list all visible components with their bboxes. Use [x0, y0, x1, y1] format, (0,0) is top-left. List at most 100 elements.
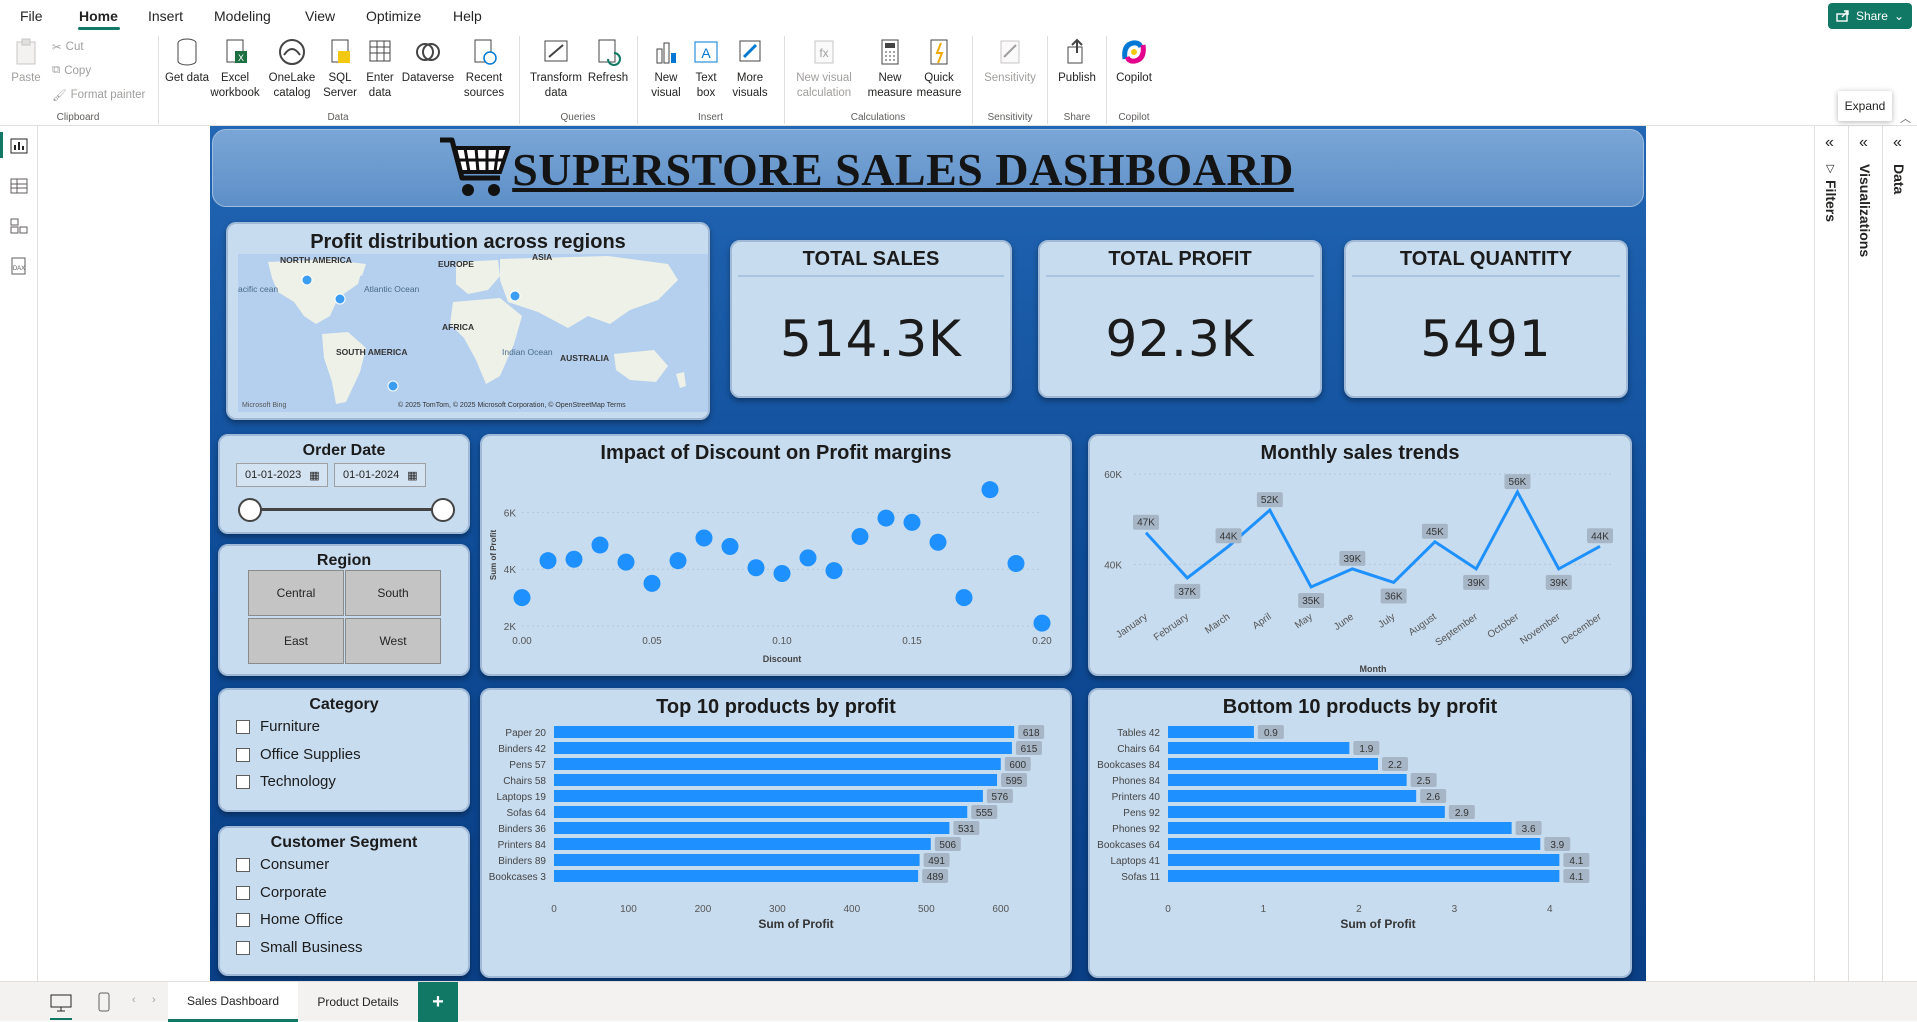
map-attribution[interactable]: © 2025 TomTom, © 2025 Microsoft Corporat… — [398, 401, 626, 409]
chevron-left-double-icon[interactable]: « — [1825, 134, 1834, 152]
map-point[interactable] — [301, 274, 313, 286]
table-view-icon[interactable] — [9, 176, 29, 196]
menu-optimize[interactable]: Optimize — [366, 8, 421, 24]
menu-modeling[interactable]: Modeling — [214, 8, 271, 24]
category-slicer[interactable]: Category Furniture Office Supplies Techn… — [218, 688, 470, 812]
menu-file[interactable]: File — [20, 8, 43, 24]
kpi-card-total-quantity[interactable]: TOTAL QUANTITY 5491 — [1344, 240, 1628, 398]
more-visuals-button[interactable]: More visuals — [724, 36, 776, 101]
tab-product-details[interactable]: Product Details — [298, 982, 418, 1022]
segment-option-consumer[interactable]: Consumer — [236, 856, 329, 873]
menu-home[interactable]: Home — [79, 8, 118, 24]
new-measure-button[interactable]: New measure — [866, 36, 914, 101]
cut-button[interactable]: ✂ Cut — [52, 40, 84, 54]
tab-sales-dashboard[interactable]: Sales Dashboard — [168, 982, 298, 1022]
menu-insert[interactable]: Insert — [148, 8, 183, 24]
format-painter-button[interactable]: 🖌 Format painter — [52, 88, 145, 102]
collapse-ribbon-icon[interactable]: ︿ — [1900, 110, 1911, 126]
menu-help[interactable]: Help — [453, 8, 482, 24]
new-visual-calculation-button[interactable]: fx New visual calculation — [792, 36, 856, 101]
customer-segment-slicer[interactable]: Customer Segment Consumer Corporate Home… — [218, 826, 470, 976]
checkbox[interactable] — [236, 719, 250, 734]
mobile-layout-icon[interactable] — [98, 992, 110, 1012]
top-products-chart-visual[interactable]: Top 10 products by profit Paper 20 618 Bin… — [480, 688, 1072, 978]
region-button-south[interactable]: South — [345, 570, 441, 616]
end-date-input[interactable]: 01-01-2024 ▦ — [334, 463, 426, 487]
data-label: 56K — [1509, 477, 1527, 488]
dax-query-view-icon[interactable]: DAX — [9, 256, 29, 276]
quick-measure-button[interactable]: Quick measure — [914, 36, 964, 101]
add-page-button[interactable]: + — [418, 982, 458, 1022]
onelake-catalog-button[interactable]: OneLake catalog — [264, 36, 320, 101]
map-point[interactable] — [387, 380, 399, 392]
dataverse-button[interactable]: Dataverse — [400, 36, 456, 86]
publish-button[interactable]: Publish — [1055, 36, 1099, 86]
region-slicer[interactable]: Region Central South East West — [218, 544, 470, 676]
copy-button[interactable]: ⧉ Copy — [52, 64, 91, 77]
enter-data-button[interactable]: Enter data — [360, 36, 400, 101]
chevron-left-double-icon[interactable]: « — [1893, 134, 1902, 152]
segment-option-home-office[interactable]: Home Office — [236, 911, 343, 928]
desktop-layout-icon[interactable] — [50, 994, 72, 1012]
slider-handle-start[interactable] — [238, 498, 262, 522]
chevron-left-double-icon[interactable]: « — [1859, 134, 1868, 152]
recent-sources-button[interactable]: Recent sources — [458, 36, 510, 101]
slider-handle-end[interactable] — [431, 498, 455, 522]
new-visual-button[interactable]: New visual — [645, 36, 687, 101]
checkbox[interactable] — [236, 774, 250, 789]
map-point[interactable] — [509, 290, 521, 302]
segment-option-small-business[interactable]: Small Business — [236, 939, 363, 956]
region-button-east[interactable]: East — [248, 618, 344, 664]
copilot-button[interactable]: Copilot — [1112, 36, 1156, 86]
region-button-central[interactable]: Central — [248, 570, 344, 616]
line-chart-visual[interactable]: Monthly sales trends 60K 40K 47K January 37K… — [1088, 434, 1632, 676]
bar — [554, 822, 950, 834]
filters-pane[interactable]: « ▽ Filters — [1814, 126, 1848, 981]
checkbox[interactable] — [236, 912, 250, 927]
checkbox[interactable] — [236, 885, 250, 900]
category-option-office-supplies[interactable]: Office Supplies — [236, 746, 361, 763]
refresh-button[interactable]: Refresh — [586, 36, 630, 86]
order-date-slicer[interactable]: Order Date 01-01-2023 ▦ 01-01-2024 ▦ — [218, 434, 470, 534]
menu-view[interactable]: View — [305, 8, 335, 24]
transform-data-button[interactable]: Transform data — [526, 36, 586, 101]
next-page-icon[interactable]: › — [152, 994, 156, 1006]
visualizations-pane[interactable]: « Visualizations — [1848, 126, 1882, 981]
top-products-bar-chart[interactable]: Paper 20 618 Binders 42 615 Pens 57 600 Chairs… — [482, 720, 1070, 976]
category-label: Chairs 58 — [503, 776, 546, 787]
map-visual[interactable]: Profit distribution across regions NORTH… — [226, 222, 710, 420]
bar — [554, 726, 1015, 738]
checkbox[interactable] — [236, 940, 250, 955]
excel-workbook-button[interactable]: X Excel workbook — [207, 36, 263, 101]
map-point[interactable] — [334, 293, 346, 305]
text-box-button[interactable]: A Text box — [688, 36, 724, 101]
kpi-card-total-profit[interactable]: TOTAL PROFIT 92.3K — [1038, 240, 1322, 398]
category-option-technology[interactable]: Technology — [236, 773, 336, 790]
region-button-west[interactable]: West — [345, 618, 441, 664]
sensitivity-button[interactable]: Sensitivity — [980, 36, 1040, 86]
data-label: 39K — [1550, 578, 1568, 589]
get-data-button[interactable]: Get data — [165, 36, 209, 86]
share-button[interactable]: Share ⌄ — [1828, 3, 1912, 29]
start-date-input[interactable]: 01-01-2023 ▦ — [236, 463, 328, 487]
report-view-icon[interactable] — [9, 136, 29, 156]
scatter-chart-visual[interactable]: Impact of Discount on Profit margins 2K 4… — [480, 434, 1072, 676]
data-pane[interactable]: « Data — [1882, 126, 1917, 981]
scatter-chart[interactable]: 2K 4K 6K 0.00 0.05 0.10 0.15 0.20 Discount Sum of… — [482, 466, 1070, 674]
line-chart[interactable]: 60K 40K 47K January 37K February 44K March 52K Ap… — [1090, 466, 1630, 674]
category-option-furniture[interactable]: Furniture — [236, 718, 320, 735]
segment-option-corporate[interactable]: Corporate — [236, 884, 327, 901]
paste-button[interactable]: Paste — [8, 36, 44, 86]
bottom-products-chart-visual[interactable]: Bottom 10 products by profit Tables 42 0.… — [1088, 688, 1632, 978]
world-map[interactable]: NORTH AMERICA EUROPE ASIA AFRICA SOUTH A… — [238, 254, 708, 412]
data-label: 3.6 — [1522, 824, 1536, 835]
kpi-card-total-sales[interactable]: TOTAL SALES 514.3K — [730, 240, 1012, 398]
bottom-products-bar-chart[interactable]: Tables 42 0.9 Chairs 64 1.9 Bookcases 84 2.2 P… — [1090, 720, 1630, 976]
previous-page-icon[interactable]: ‹ — [132, 994, 136, 1006]
model-view-icon[interactable] — [9, 216, 29, 236]
checkbox[interactable] — [236, 857, 250, 872]
sql-server-button[interactable]: SQL Server — [320, 36, 360, 101]
data-label: 506 — [939, 840, 956, 851]
checkbox[interactable] — [236, 747, 250, 762]
kpi-value: 5491 — [1420, 310, 1552, 368]
